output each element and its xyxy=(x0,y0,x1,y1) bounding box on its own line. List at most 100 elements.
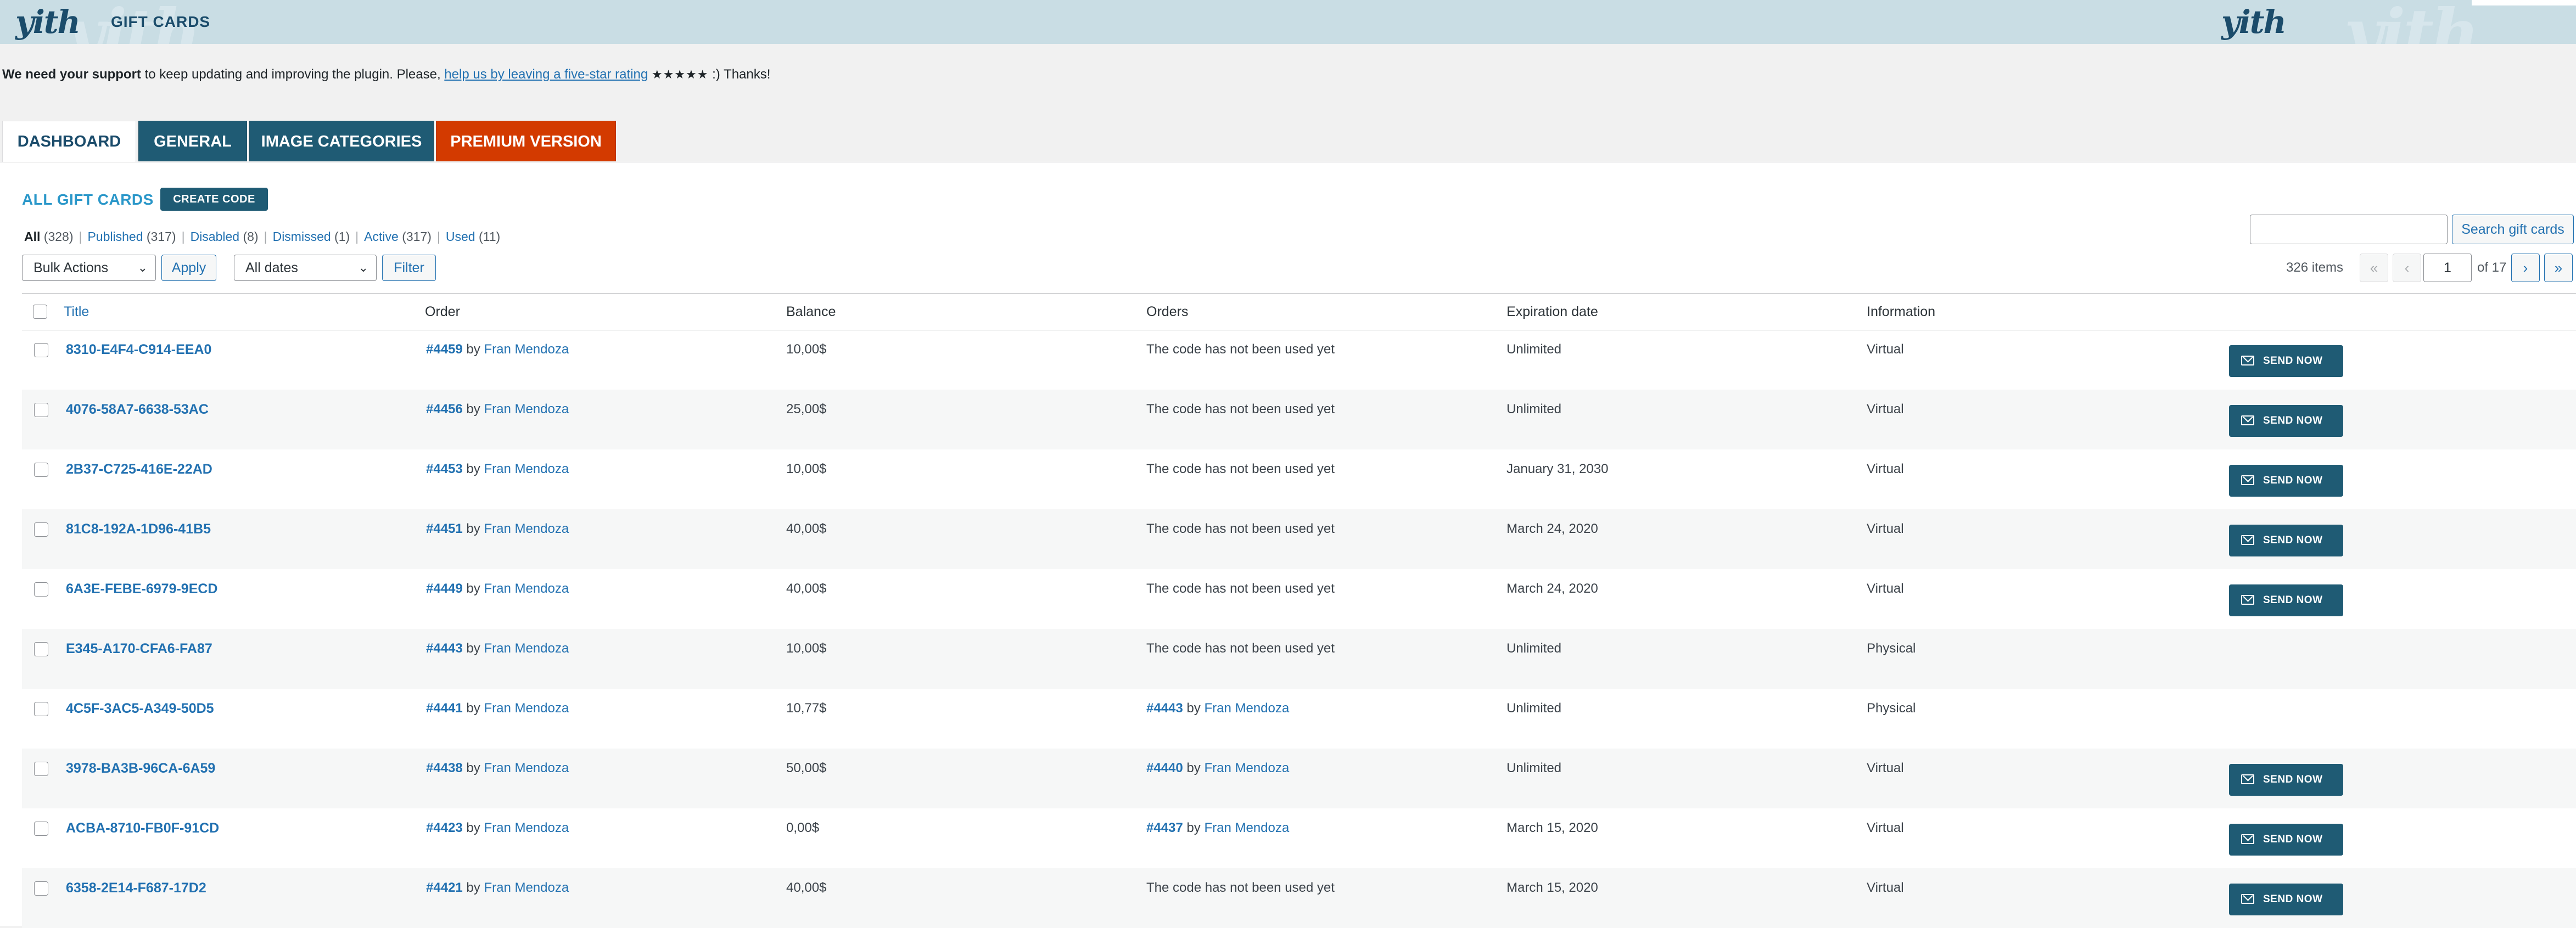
filter-published[interactable]: Published xyxy=(87,229,143,244)
order-link[interactable]: #4438 xyxy=(426,761,463,775)
expiration-value: March 15, 2020 xyxy=(1507,820,1598,835)
order-link[interactable]: #4456 xyxy=(426,402,463,417)
gift-card-code-link[interactable]: 6358-2E14-F687-17D2 xyxy=(66,880,206,896)
gift-card-code-link[interactable]: 4C5F-3AC5-A349-50D5 xyxy=(66,701,214,717)
customer-link[interactable]: Fran Mendoza xyxy=(484,701,569,716)
row-checkbox[interactable] xyxy=(34,822,48,836)
yith-logo: yith xyxy=(15,3,81,41)
filter-active[interactable]: Active xyxy=(364,229,399,244)
table-row: 6A3E-FEBE-6979-9ECD #4449 by Fran Mendoza… xyxy=(22,569,2576,629)
gift-card-code-link[interactable]: 81C8-192A-1D96-41B5 xyxy=(66,521,211,537)
filter-disabled[interactable]: Disabled xyxy=(191,229,240,244)
next-page-button[interactable]: › xyxy=(2511,254,2540,282)
send-now-button[interactable]: SEND NOW xyxy=(2229,584,2343,616)
used-order-link[interactable]: #4440 xyxy=(1146,761,1183,775)
column-title[interactable]: Title xyxy=(64,294,89,330)
tab-dashboard[interactable]: DASHBOARD xyxy=(2,121,136,162)
row-checkbox[interactable] xyxy=(34,522,48,537)
filter-dismissed[interactable]: Dismissed xyxy=(273,229,331,244)
tab-premium-version[interactable]: PREMIUM VERSION xyxy=(436,121,616,161)
expiration-value: March 24, 2020 xyxy=(1507,581,1598,596)
send-now-button[interactable]: SEND NOW xyxy=(2229,525,2343,556)
row-checkbox[interactable] xyxy=(34,463,48,477)
dates-select[interactable]: All dates ⌄ xyxy=(234,255,377,281)
star-rating-icon: ★★★★★ xyxy=(651,68,709,81)
row-checkbox[interactable] xyxy=(34,762,48,776)
orders-cell: #4437 by Fran Mendoza xyxy=(1146,820,1289,836)
order-link[interactable]: #4423 xyxy=(426,820,463,835)
order-link[interactable]: #4453 xyxy=(426,462,463,476)
filter-all[interactable]: All xyxy=(24,229,40,244)
gift-card-code-link[interactable]: 4076-58A7-6638-53AC xyxy=(66,402,209,418)
column-order: Order xyxy=(425,304,460,319)
customer-link[interactable]: Fran Mendoza xyxy=(484,402,569,417)
gift-card-code-link[interactable]: 3978-BA3B-96CA-6A59 xyxy=(66,761,215,777)
by-text: by xyxy=(466,761,480,775)
row-checkbox[interactable] xyxy=(34,343,48,357)
information-value: Virtual xyxy=(1867,761,1904,775)
gift-card-code-link[interactable]: ACBA-8710-FB0F-91CD xyxy=(66,820,219,836)
gift-card-code-link[interactable]: E345-A170-CFA6-FA87 xyxy=(66,641,212,657)
banner-watermark-right: yith xyxy=(2344,0,2479,44)
customer-link[interactable]: Fran Mendoza xyxy=(484,462,569,476)
gift-card-code-link[interactable]: 6A3E-FEBE-6979-9ECD xyxy=(66,581,218,597)
used-order-link[interactable]: #4437 xyxy=(1146,820,1183,835)
by-text: by xyxy=(1186,820,1201,835)
customer-link[interactable]: Fran Mendoza xyxy=(484,880,569,895)
send-now-button[interactable]: SEND NOW xyxy=(2229,405,2343,437)
order-link[interactable]: #4459 xyxy=(426,342,463,357)
row-checkbox[interactable] xyxy=(34,642,48,656)
order-link[interactable]: #4451 xyxy=(426,521,463,536)
customer-link[interactable]: Fran Mendoza xyxy=(484,761,569,775)
by-text: by xyxy=(466,701,480,716)
used-customer-link[interactable]: Fran Mendoza xyxy=(1204,701,1289,716)
mail-icon xyxy=(2241,415,2254,425)
notice-text: to keep updating and improving the plugi… xyxy=(141,67,445,82)
prev-page-button[interactable]: ‹ xyxy=(2393,254,2421,282)
search-input[interactable] xyxy=(2250,215,2448,244)
dates-value: All dates xyxy=(245,260,298,275)
bulk-actions-select[interactable]: Bulk Actions ⌄ xyxy=(22,255,156,281)
row-checkbox[interactable] xyxy=(34,403,48,417)
first-page-button[interactable]: « xyxy=(2360,254,2388,282)
gift-card-code-link[interactable]: 8310-E4F4-C914-EEA0 xyxy=(66,342,211,358)
filter-used[interactable]: Used xyxy=(446,229,475,244)
mail-icon xyxy=(2241,774,2254,784)
order-cell: #4459 by Fran Mendoza xyxy=(426,342,569,357)
send-now-label: SEND NOW xyxy=(2263,475,2323,486)
rating-link[interactable]: help us by leaving a five-star rating xyxy=(444,67,648,82)
customer-link[interactable]: Fran Mendoza xyxy=(484,641,569,656)
information-value: Physical xyxy=(1867,641,1916,656)
create-code-button[interactable]: CREATE CODE xyxy=(160,188,268,211)
order-link[interactable]: #4421 xyxy=(426,880,463,895)
row-checkbox[interactable] xyxy=(34,881,48,896)
row-checkbox[interactable] xyxy=(34,582,48,597)
last-page-button[interactable]: » xyxy=(2544,254,2573,282)
customer-link[interactable]: Fran Mendoza xyxy=(484,521,569,536)
send-now-button[interactable]: SEND NOW xyxy=(2229,884,2343,915)
apply-button[interactable]: Apply xyxy=(161,255,216,281)
send-now-button[interactable]: SEND NOW xyxy=(2229,824,2343,856)
order-link[interactable]: #4441 xyxy=(426,701,463,716)
search-gift-cards-button[interactable]: Search gift cards xyxy=(2452,215,2574,244)
row-checkbox[interactable] xyxy=(34,702,48,716)
tab-general[interactable]: GENERAL xyxy=(138,121,247,161)
tab-image-categories[interactable]: IMAGE CATEGORIES xyxy=(249,121,434,161)
used-customer-link[interactable]: Fran Mendoza xyxy=(1204,761,1289,775)
used-order-link[interactable]: #4443 xyxy=(1146,701,1183,716)
used-customer-link[interactable]: Fran Mendoza xyxy=(1204,820,1289,835)
send-now-label: SEND NOW xyxy=(2263,355,2323,367)
order-link[interactable]: #4449 xyxy=(426,581,463,596)
select-all-checkbox[interactable] xyxy=(33,305,47,319)
gift-card-code-link[interactable]: 2B37-C725-416E-22AD xyxy=(66,462,212,477)
order-cell: #4456 by Fran Mendoza xyxy=(426,402,569,417)
customer-link[interactable]: Fran Mendoza xyxy=(484,820,569,835)
order-link[interactable]: #4443 xyxy=(426,641,463,656)
send-now-button[interactable]: SEND NOW xyxy=(2229,345,2343,377)
customer-link[interactable]: Fran Mendoza xyxy=(484,342,569,357)
customer-link[interactable]: Fran Mendoza xyxy=(484,581,569,596)
send-now-button[interactable]: SEND NOW xyxy=(2229,764,2343,796)
filter-button[interactable]: Filter xyxy=(382,255,436,281)
send-now-button[interactable]: SEND NOW xyxy=(2229,465,2343,497)
current-page-input[interactable]: 1 xyxy=(2423,254,2472,282)
